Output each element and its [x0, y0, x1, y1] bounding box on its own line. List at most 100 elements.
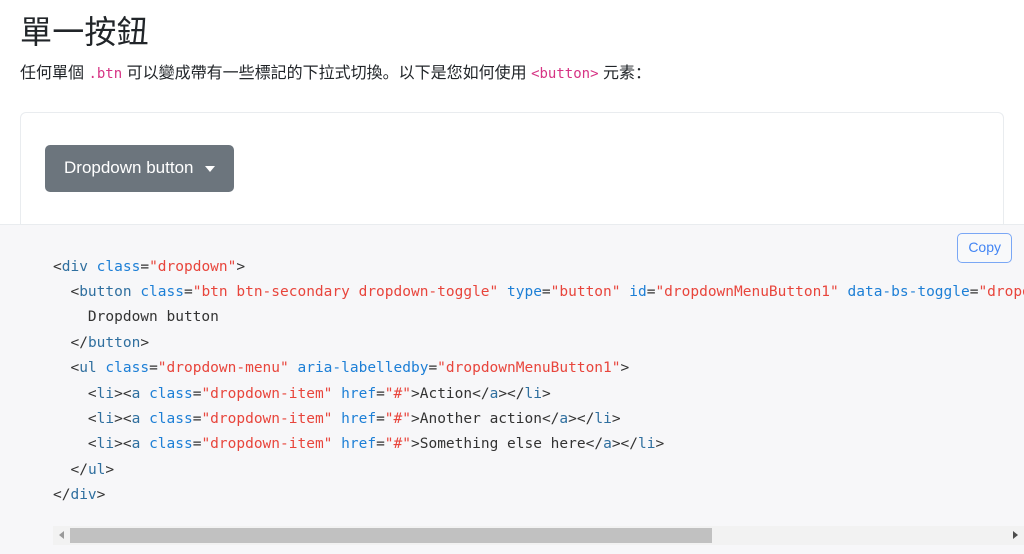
- code-token-tag: li: [96, 436, 115, 453]
- scroll-right-button[interactable]: [1007, 525, 1024, 545]
- code-token-attr: class: [149, 385, 193, 402]
- code-token-punct: </: [541, 410, 560, 427]
- code-token-punct: </: [53, 487, 71, 504]
- code-token-punct: =: [376, 410, 385, 427]
- code-scroll-viewport[interactable]: <div class="dropdown"> <button class="bt…: [0, 225, 1024, 528]
- code-token-punct: </: [585, 436, 604, 453]
- page-lead: 任何單個 .btn 可以變成帶有一些標記的下拉式切換。以下是您如何使用 <but…: [0, 52, 1024, 86]
- code-token-punct: >: [611, 410, 621, 427]
- code-snippet: <div class="dropdown"> <button class="bt…: [0, 255, 1024, 509]
- code-token-attr: class: [96, 258, 141, 275]
- code-token-tag: li: [96, 385, 115, 402]
- clipboard-container: Copy: [957, 232, 1012, 264]
- code-token-attr: class: [140, 283, 184, 300]
- code-token-punct: >: [655, 436, 665, 453]
- arrow-left-icon: [59, 531, 64, 539]
- dropdown-button-label: Dropdown button: [64, 158, 194, 177]
- code-token-punct: ></: [568, 410, 595, 427]
- code-token-tag: ul: [79, 360, 97, 377]
- code-token-val: "#": [384, 436, 411, 453]
- code-token-attr: data-bs-toggle: [847, 283, 970, 300]
- code-token-tag: a: [603, 436, 612, 453]
- code-token-punct: ><: [114, 436, 132, 453]
- code-token-tag: li: [524, 385, 542, 402]
- code-token-punct: =: [149, 360, 158, 377]
- code-token-val: "dropdown": [978, 283, 1024, 300]
- inline-code-button-element: <button>: [531, 66, 599, 82]
- code-token-tag: li: [638, 436, 656, 453]
- code-content: <div class="dropdown"> <button class="bt…: [53, 259, 1024, 504]
- page-root: 單一按鈕 任何單個 .btn 可以變成帶有一些標記的下拉式切換。以下是您如何使用…: [0, 0, 1024, 554]
- inline-code-btn: .btn: [88, 66, 123, 82]
- copy-button[interactable]: Copy: [957, 232, 1012, 264]
- code-token-punct: ><: [114, 385, 132, 402]
- code-token-val: "dropdownMenuButton1": [437, 360, 621, 377]
- code-token-attr: type: [507, 283, 542, 300]
- code-token-punct: <: [53, 258, 62, 275]
- code-token-attr: class: [149, 410, 193, 427]
- scrollbar-track[interactable]: [70, 527, 1007, 543]
- code-token-punct: >: [105, 461, 115, 478]
- code-token-attr: id: [629, 283, 647, 300]
- dropdown-button[interactable]: Dropdown button: [45, 145, 235, 192]
- code-token-attr: class: [149, 436, 193, 453]
- code-token-val: "dropdown-item": [201, 385, 333, 402]
- code-token-punct: =: [376, 385, 385, 402]
- code-token-val: "dropdown-menu": [157, 360, 289, 377]
- code-token-tag: ul: [87, 461, 106, 478]
- code-token-val: "btn btn-secondary dropdown-toggle": [192, 283, 499, 300]
- code-token-punct: <: [87, 385, 97, 402]
- code-token-tag: li: [594, 410, 612, 427]
- code-token-attr: href: [341, 436, 377, 453]
- code-token-tag: button: [79, 283, 132, 300]
- code-token-punct: >: [96, 487, 106, 504]
- page-title: 單一按鈕: [20, 14, 149, 50]
- code-token-punct: <: [70, 360, 80, 377]
- code-token-punct: </: [70, 334, 88, 351]
- code-token-tag: div: [70, 487, 97, 504]
- code-token-punct: >: [411, 385, 420, 402]
- horizontal-scrollbar[interactable]: [53, 525, 1024, 545]
- code-token-tag: li: [96, 410, 115, 427]
- code-token-punct: >: [620, 360, 630, 377]
- code-token-punct: <: [70, 283, 80, 300]
- code-token-plain: Dropdown button: [53, 309, 219, 326]
- code-token-plain: Something else here: [419, 436, 586, 453]
- code-token-punct: ></: [611, 436, 639, 453]
- code-token-val: "#": [384, 385, 411, 402]
- code-token-punct: >: [236, 258, 246, 275]
- scroll-left-button[interactable]: [53, 525, 70, 545]
- code-token-attr: class: [105, 360, 150, 377]
- code-token-punct: <: [87, 436, 97, 453]
- code-token-val: "dropdown-item": [201, 436, 333, 453]
- code-token-punct: =: [183, 283, 193, 300]
- code-token-punct: </: [70, 461, 88, 478]
- code-token-val: "button": [550, 283, 621, 300]
- code-token-tag: div: [61, 258, 88, 275]
- code-token-punct: ></: [498, 385, 525, 402]
- code-token-punct: <: [87, 410, 97, 427]
- code-token-val: "dropdown": [149, 258, 237, 275]
- scrollbar-thumb[interactable]: [70, 527, 712, 543]
- caret-down-icon: [205, 165, 216, 172]
- lead-text-after: 元素：: [598, 65, 651, 82]
- code-example-block: Copy <div class="dropdown"> <button clas…: [0, 223, 1024, 554]
- example-preview-card: Dropdown button: [20, 112, 1004, 224]
- lead-text-before: 任何單個: [20, 65, 89, 82]
- code-token-punct: =: [428, 360, 438, 377]
